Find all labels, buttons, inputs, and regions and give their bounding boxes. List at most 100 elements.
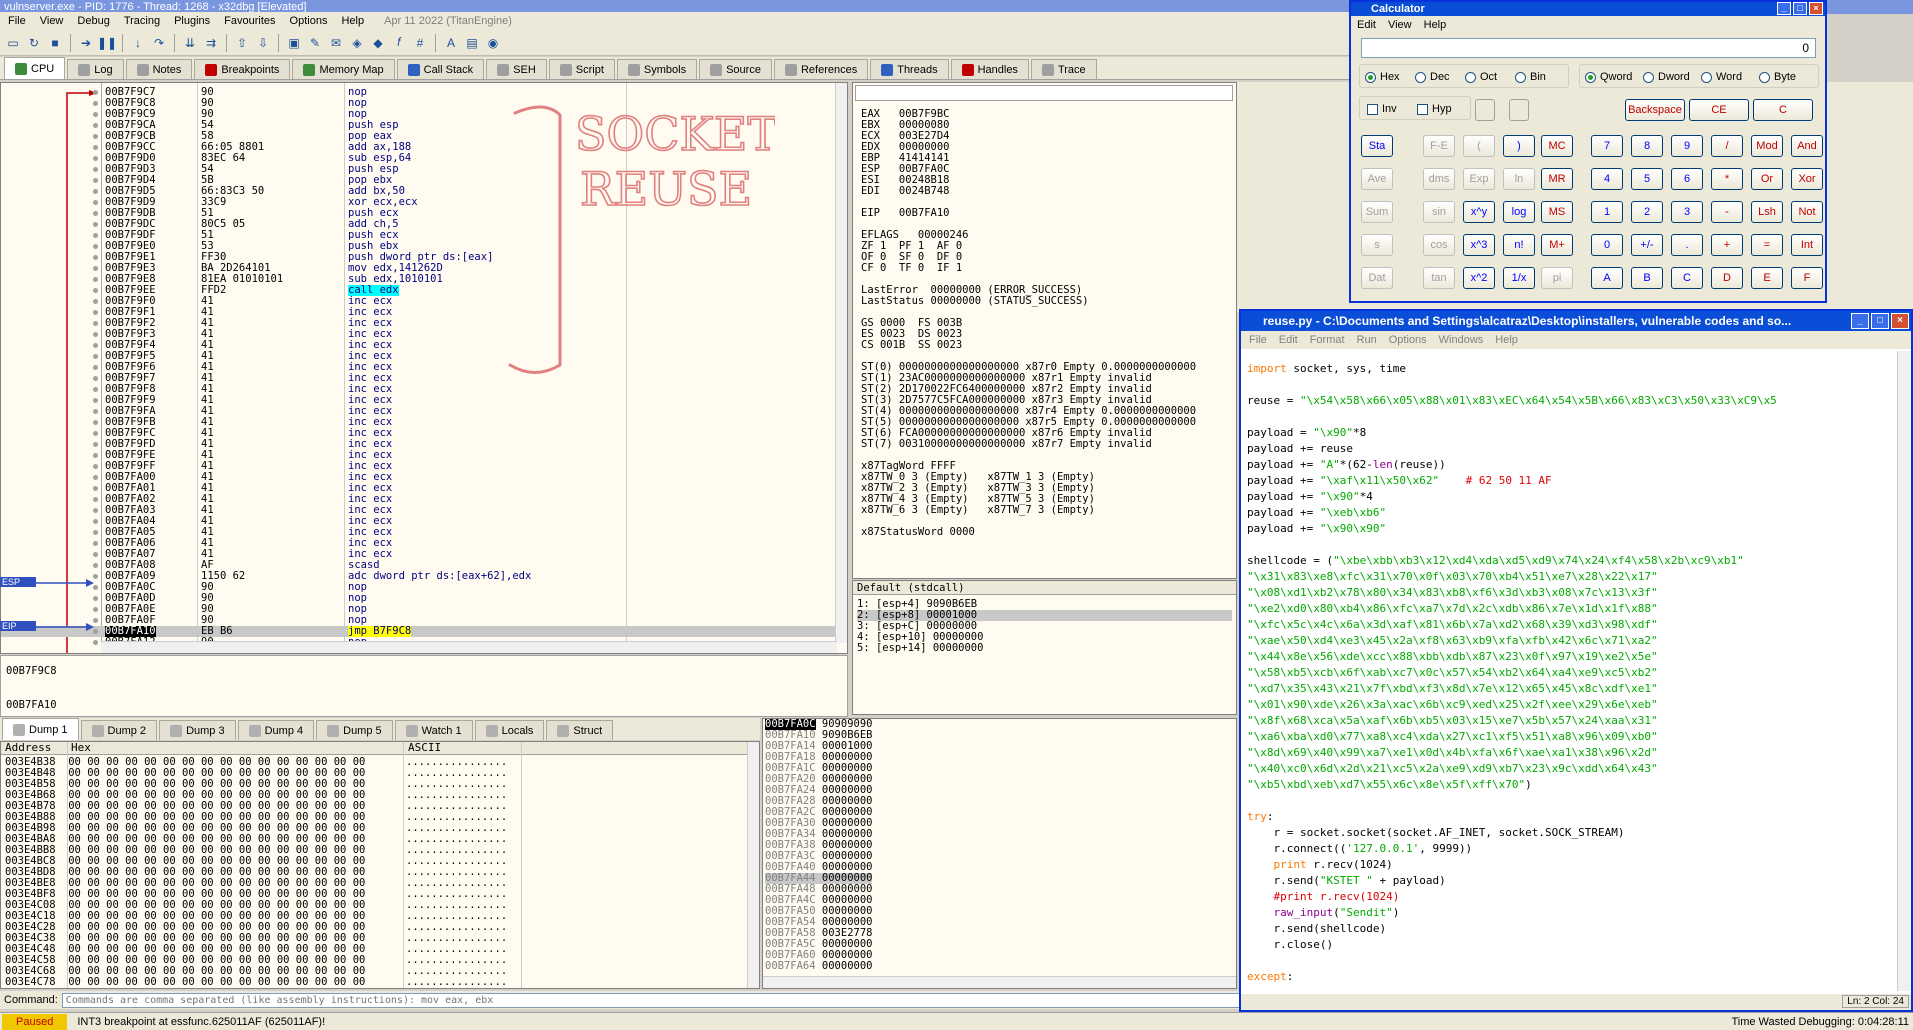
dump-tab-struct[interactable]: Struct bbox=[546, 720, 614, 740]
breakpoint-dot[interactable] bbox=[93, 464, 98, 469]
breakpoint-dot[interactable] bbox=[93, 486, 98, 491]
bookmarks-icon[interactable]: ◆ bbox=[369, 34, 387, 52]
calc-ave-button[interactable]: Ave bbox=[1361, 168, 1393, 190]
calc-sci-button[interactable]: Exp bbox=[1463, 168, 1495, 190]
call-args-panel[interactable]: Default (stdcall) 1: [esp+4] 9090B6EB 2: … bbox=[852, 580, 1237, 715]
calc-sci-button[interactable]: n! bbox=[1503, 234, 1535, 256]
tab-seh[interactable]: SEH bbox=[486, 59, 547, 79]
breakpoint-dot[interactable] bbox=[93, 376, 98, 381]
tab-script[interactable]: Script bbox=[548, 59, 615, 79]
stop-icon[interactable]: ■ bbox=[46, 34, 64, 52]
calc-key-button[interactable]: Mod bbox=[1751, 135, 1783, 157]
calc-key-button[interactable]: 4 bbox=[1591, 168, 1623, 190]
tab-threads[interactable]: Threads bbox=[870, 59, 949, 79]
radio-qword[interactable]: Qword bbox=[1585, 71, 1632, 83]
breakpoint-dot[interactable] bbox=[93, 398, 98, 403]
maximize-icon[interactable]: □ bbox=[1871, 313, 1889, 329]
breakpoint-dot[interactable] bbox=[93, 332, 98, 337]
breakpoint-dot[interactable] bbox=[93, 134, 98, 139]
tab-source[interactable]: Source bbox=[699, 59, 772, 79]
trace-into-icon[interactable]: ⇊ bbox=[181, 34, 199, 52]
breakpoint-dot[interactable] bbox=[93, 200, 98, 205]
breakpoint-dot[interactable] bbox=[93, 541, 98, 546]
calc-key-button[interactable]: = bbox=[1751, 234, 1783, 256]
calculator-titlebar[interactable]: Calculator _ □ × bbox=[1351, 2, 1825, 16]
calc-key-button[interactable]: F bbox=[1791, 267, 1823, 289]
breakpoint-dot[interactable] bbox=[93, 112, 98, 117]
breakpoint-dot[interactable] bbox=[93, 475, 98, 480]
calc-key-button[interactable]: 7 bbox=[1591, 135, 1623, 157]
vertical-scrollbar[interactable] bbox=[835, 83, 847, 643]
calc-menu-help[interactable]: Help bbox=[1424, 19, 1447, 31]
calc-key-button[interactable]: 3 bbox=[1671, 201, 1703, 223]
tab-cpu[interactable]: CPU bbox=[4, 57, 66, 79]
calc-sci-button[interactable]: ln bbox=[1503, 168, 1535, 190]
breakpoint-dot[interactable] bbox=[93, 277, 98, 282]
tab-breakpoints[interactable]: Breakpoints bbox=[194, 59, 291, 79]
calc-key-button[interactable]: Or bbox=[1751, 168, 1783, 190]
breakpoint-dot[interactable] bbox=[93, 387, 98, 392]
calc-key-button[interactable]: - bbox=[1711, 201, 1743, 223]
call-arg-row[interactable]: 5: [esp+14] 00000000 bbox=[857, 643, 1232, 654]
breakpoint-dot[interactable] bbox=[93, 596, 98, 601]
menu-item-file[interactable]: File bbox=[8, 15, 26, 27]
vertical-scrollbar[interactable] bbox=[1897, 351, 1911, 991]
breakpoint-dot[interactable] bbox=[93, 266, 98, 271]
calc-sum-button[interactable]: Sum bbox=[1361, 201, 1393, 223]
calculator-icon[interactable]: ▤ bbox=[463, 34, 481, 52]
radio-hex[interactable]: Hex bbox=[1365, 71, 1400, 83]
menu-item-tracing[interactable]: Tracing bbox=[124, 15, 160, 27]
menu-item-help[interactable]: Help bbox=[341, 15, 364, 27]
minimize-icon[interactable]: _ bbox=[1777, 2, 1791, 15]
breakpoint-dot[interactable] bbox=[93, 101, 98, 106]
calc-key-button[interactable]: D bbox=[1711, 267, 1743, 289]
calc-key-button[interactable]: 0 bbox=[1591, 234, 1623, 256]
calc-mc-button[interactable]: MC bbox=[1541, 135, 1573, 157]
breakpoint-dot[interactable] bbox=[93, 310, 98, 315]
strings-icon[interactable]: A bbox=[442, 34, 460, 52]
tab-handles[interactable]: Handles bbox=[950, 59, 1029, 79]
calc-sci-button[interactable]: F-E bbox=[1423, 135, 1455, 157]
breakpoint-dot[interactable] bbox=[93, 145, 98, 150]
breakpoint-dot[interactable] bbox=[93, 453, 98, 458]
trace-over-icon[interactable]: ⇉ bbox=[202, 34, 220, 52]
calc-sci-button[interactable]: dms bbox=[1423, 168, 1455, 190]
checkbox-hyp[interactable]: Hyp bbox=[1417, 103, 1452, 115]
functions-icon[interactable]: 𝑓 bbox=[390, 34, 408, 52]
tab-notes[interactable]: Notes bbox=[125, 59, 193, 79]
calc-menu-view[interactable]: View bbox=[1388, 19, 1412, 31]
calc-key-button[interactable]: Not bbox=[1791, 201, 1823, 223]
calc-backspace-button[interactable]: Backspace bbox=[1625, 99, 1685, 121]
calc-pi-button[interactable]: pi bbox=[1541, 267, 1573, 289]
breakpoint-dot[interactable] bbox=[93, 189, 98, 194]
breakpoint-dot[interactable] bbox=[93, 321, 98, 326]
breakpoint-dot[interactable] bbox=[93, 299, 98, 304]
breakpoint-dot[interactable] bbox=[93, 442, 98, 447]
maximize-icon[interactable]: □ bbox=[1793, 2, 1807, 15]
calc-key-button[interactable]: Xor bbox=[1791, 168, 1823, 190]
breakpoint-dot[interactable] bbox=[93, 211, 98, 216]
calc-key-button[interactable]: B bbox=[1631, 267, 1663, 289]
menu-item-debug[interactable]: Debug bbox=[77, 15, 109, 27]
dump-tab-dump-3[interactable]: Dump 3 bbox=[159, 720, 236, 740]
registers-header[interactable] bbox=[855, 85, 1233, 101]
open-icon[interactable]: ▭ bbox=[4, 34, 22, 52]
breakpoint-dot[interactable] bbox=[93, 354, 98, 359]
editor-menu-file[interactable]: File bbox=[1249, 334, 1267, 346]
radio-oct[interactable]: Oct bbox=[1465, 71, 1497, 83]
breakpoint-dot[interactable] bbox=[93, 640, 98, 645]
calc-key-button[interactable]: 9 bbox=[1671, 135, 1703, 157]
calc-dat-button[interactable]: Dat bbox=[1361, 267, 1393, 289]
breakpoint-dot[interactable] bbox=[93, 178, 98, 183]
calc-sci-button[interactable]: 1/x bbox=[1503, 267, 1535, 289]
scylla-icon[interactable]: ▣ bbox=[285, 34, 303, 52]
radio-dec[interactable]: Dec bbox=[1415, 71, 1450, 83]
menu-item-options[interactable]: Options bbox=[290, 15, 328, 27]
breakpoint-dot[interactable] bbox=[93, 255, 98, 260]
breakpoint-dot[interactable] bbox=[93, 123, 98, 128]
menu-item-favourites[interactable]: Favourites bbox=[224, 15, 275, 27]
run-icon[interactable]: ➔ bbox=[77, 34, 95, 52]
calc-m+-button[interactable]: M+ bbox=[1541, 234, 1573, 256]
hash-icon[interactable]: # bbox=[411, 34, 429, 52]
calc-key-button[interactable]: C bbox=[1671, 267, 1703, 289]
